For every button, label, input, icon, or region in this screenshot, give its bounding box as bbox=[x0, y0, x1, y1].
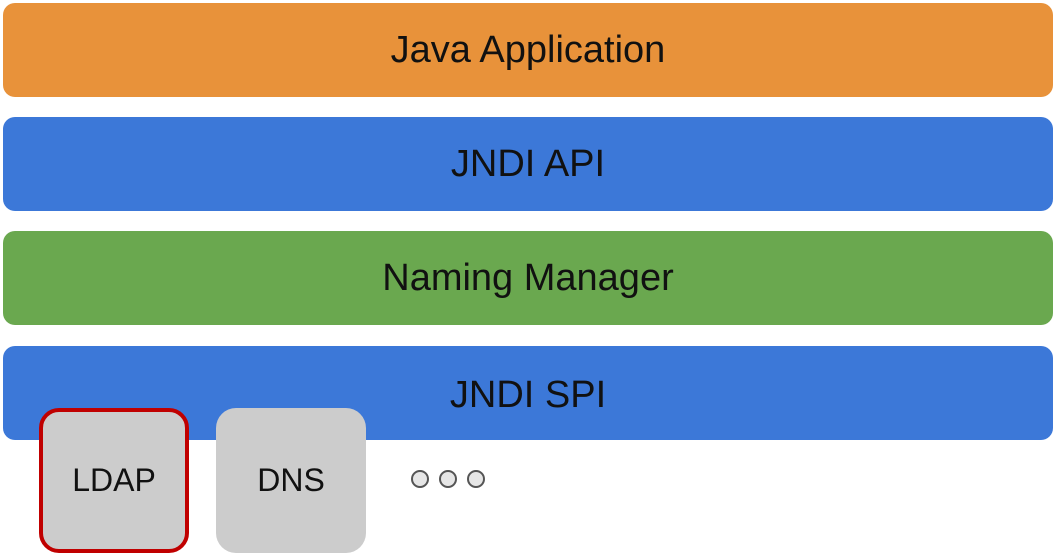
layer-java-application: Java Application bbox=[3, 3, 1053, 97]
provider-label: DNS bbox=[257, 462, 325, 498]
provider-label: LDAP bbox=[72, 462, 156, 498]
layer-label: JNDI SPI bbox=[449, 374, 607, 416]
layer-label: JNDI API bbox=[450, 142, 606, 185]
dot-icon bbox=[439, 470, 457, 488]
layer-label: Java Application bbox=[390, 28, 666, 71]
dot-icon bbox=[411, 470, 429, 488]
provider-ldap: LDAP bbox=[39, 408, 189, 553]
dot-icon bbox=[467, 470, 485, 488]
layer-naming-manager: Naming Manager bbox=[3, 231, 1053, 325]
layer-jndi-api: JNDI API bbox=[3, 117, 1053, 211]
provider-dns: DNS bbox=[216, 408, 366, 553]
layer-label: Naming Manager bbox=[382, 256, 674, 299]
ellipsis-circles-icon bbox=[411, 470, 485, 488]
